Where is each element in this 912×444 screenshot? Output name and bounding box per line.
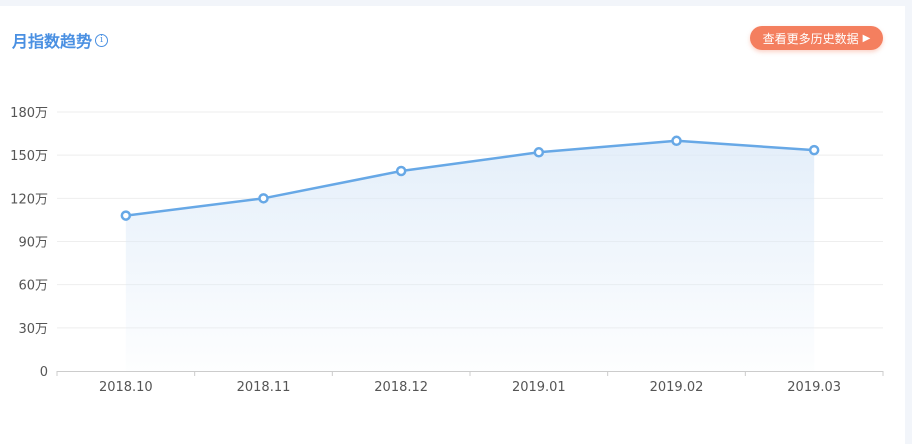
x-tick-label: 2019.01 <box>512 380 566 395</box>
x-tick-label: 2018.12 <box>374 380 428 395</box>
data-point <box>533 147 545 158</box>
x-tick-label: 2019.03 <box>787 380 841 395</box>
y-tick-label: 180万 <box>10 106 48 121</box>
data-point <box>258 193 269 204</box>
x-tick-label: 2019.02 <box>650 380 704 395</box>
data-point <box>120 210 132 221</box>
y-tick-label: 150万 <box>10 149 48 164</box>
x-tick-label: 2018.11 <box>237 380 291 395</box>
data-point <box>671 135 682 147</box>
y-tick-label: 90万 <box>18 236 48 251</box>
data-point <box>808 144 820 156</box>
data-point <box>395 165 407 177</box>
y-tick-label: 120万 <box>10 192 48 207</box>
y-tick-label: 30万 <box>18 322 48 337</box>
trend-chart: 0 30万 60万 90万 120万 150万 180万 2018.10 2018.11 2018… <box>10 106 884 395</box>
y-tick-label: 60万 <box>18 279 48 294</box>
series-area <box>125 140 815 371</box>
x-tick-label: 2018.10 <box>99 380 153 395</box>
y-tick-label: 0 <box>40 365 48 380</box>
